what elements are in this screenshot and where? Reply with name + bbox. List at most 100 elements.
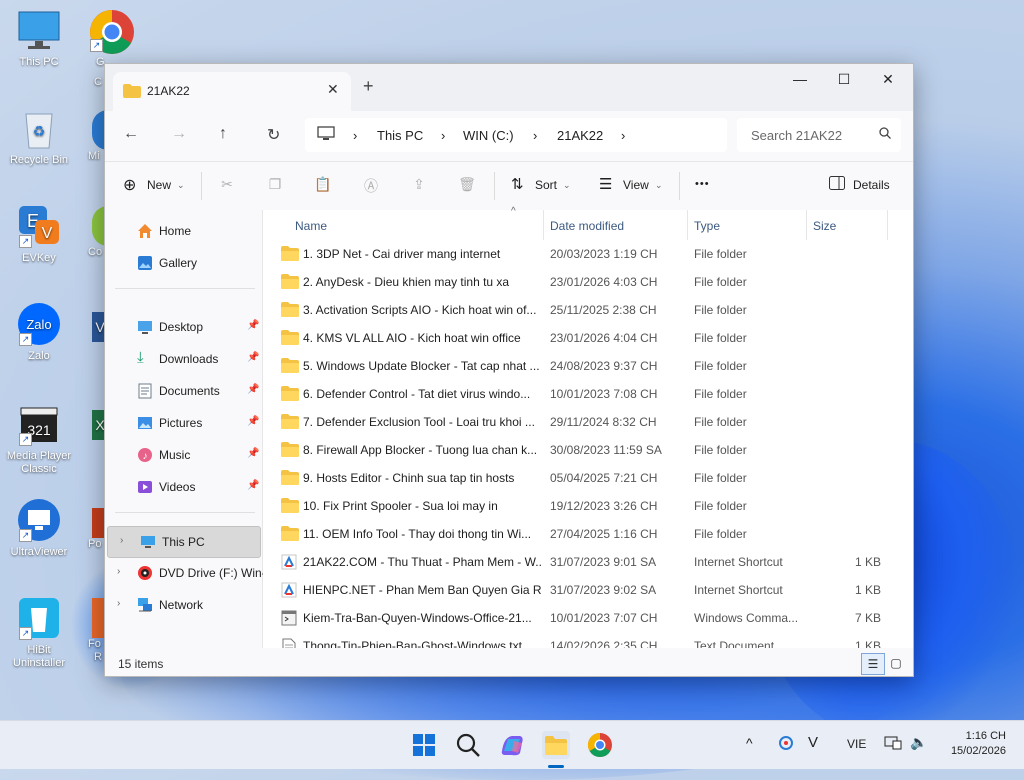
more-options-button[interactable]: ••• [695,178,710,190]
network-tray-icon[interactable] [884,735,902,754]
sidebar-item-gallery[interactable]: Gallery [105,248,262,278]
rename-icon[interactable]: Ⓐ [362,176,380,194]
file-type: File folder [694,387,747,401]
table-row[interactable]: 5. Windows Update Blocker - Tat cap nhat… [273,352,873,380]
sidebar-item-music[interactable]: ♪ Music 📌 [105,440,262,470]
view-icon[interactable]: ☰ [599,175,612,193]
details-pane-icon[interactable] [829,176,845,193]
tab-close-icon[interactable]: ✕ [327,81,339,98]
desktop-icon-ultraviewer[interactable]: ↗ UltraViewer [2,498,76,559]
table-row[interactable]: 8. Firewall App Blocker - Tuong lua chan… [273,436,873,464]
desktop-icon-zalo[interactable]: Zalo ↗ Zalo [2,302,76,363]
maximize-button[interactable]: ☐ [821,64,867,96]
close-button[interactable]: ✕ [865,64,911,96]
table-row[interactable]: 9. Hosts Editor - Chinh sua tap tin host… [273,464,873,492]
table-row[interactable]: Kiem-Tra-Ban-Quyen-Windows-Office-21... 1… [273,604,881,632]
sidebar-item-network[interactable]: › Network [105,590,262,620]
chevron-right-icon[interactable]: › [353,128,357,143]
pin-icon[interactable]: 📌 [247,480,259,491]
sidebar-item-pictures[interactable]: Pictures 📌 [105,408,262,438]
share-icon[interactable]: ⇪ [410,176,428,194]
search-icon[interactable] [454,731,482,759]
table-row[interactable]: 1. 3DP Net - Cai driver mang internet 20/… [273,240,873,268]
chrome-taskbar-icon[interactable] [586,731,614,759]
column-header-date-modified[interactable]: Date modified [544,210,687,240]
breadcrumb-21ak22[interactable]: 21AK22 [557,128,603,143]
table-row[interactable]: 21AK22.COM - Thu Thuat - Pham Mem - W...… [273,548,881,576]
desktop-icon-recycle-bin[interactable]: ♻ Recycle Bin [2,106,76,167]
pin-icon[interactable]: 📌 [247,352,259,363]
sidebar-item-desktop[interactable]: Desktop 📌 [105,312,262,342]
chevron-right-icon[interactable]: › [120,535,123,546]
details-button[interactable]: Details [853,178,890,192]
desktop-icon-chrome[interactable]: ↗ G [80,8,140,69]
minimize-button[interactable]: — [777,64,823,96]
sort-icon[interactable]: ⇅ [511,175,524,193]
sidebar-item-videos[interactable]: Videos 📌 [105,472,262,502]
table-row[interactable]: 3. Activation Scripts AIO - Kich hoat wi… [273,296,873,324]
desktop-icon-this-pc[interactable]: This PC [2,8,76,69]
chevron-right-icon[interactable]: › [621,128,625,143]
start-windows-icon[interactable] [410,731,438,759]
pin-icon[interactable]: 📌 [247,384,259,395]
copy-icon[interactable]: ❐ [266,176,284,194]
search-input[interactable]: Search 21AK22 [737,118,901,152]
back-arrow-icon[interactable]: ← [123,125,139,143]
plus-circle-icon[interactable]: ⊕ [123,175,136,195]
up-arrow-icon[interactable]: ↑ [219,125,227,143]
address-bar[interactable]: › This PC › WIN (C:) › 21AK22 › [305,118,727,152]
tab-21ak22[interactable]: 21AK22 ✕ [113,72,351,111]
table-row[interactable]: 4. KMS VL ALL AIO - Kich hoat win office… [273,324,873,352]
recycle-bin-icon: ♻ [17,106,61,150]
pin-icon[interactable]: 📌 [247,448,259,459]
copilot-icon[interactable] [498,731,526,759]
breadcrumb-win-c[interactable]: WIN (C:) [463,128,514,143]
chrome-icon: ↗ [88,8,134,54]
evkey-tray-icon[interactable]: V [808,734,818,751]
chevron-right-icon[interactable]: › [117,566,120,577]
new-button[interactable]: New [147,178,171,192]
chevron-up-icon[interactable]: ^ [746,735,753,751]
column-header-size[interactable]: Size [807,210,887,240]
table-row[interactable]: 7. Defender Exclusion Tool - Loai tru kh… [273,408,873,436]
language-indicator[interactable]: VIE [847,737,866,751]
desktop-icon-evkey[interactable]: EV ↗ EVKey [2,204,76,265]
sidebar-item-home[interactable]: Home [105,216,262,246]
sidebar-item-downloads[interactable]: ⤓ Downloads 📌 [105,344,262,374]
chevron-right-icon[interactable]: › [441,128,445,143]
sidebar-item-this-pc[interactable]: › This PC [107,526,261,558]
breadcrumb-this-pc[interactable]: This PC [377,128,423,143]
sort-button[interactable]: Sort [535,178,557,192]
address-bar-row: ← → ↑ ↻ › This PC › WIN (C:) › 21AK22 › … [105,111,913,162]
details-view-icon[interactable]: ☰ [861,653,885,675]
delete-icon[interactable]: 🗑 [458,176,476,194]
pin-icon[interactable]: 📌 [247,416,259,427]
desktop-icon-media-player-classic[interactable]: 321 ↗ Media Player Classic [2,402,76,476]
tiles-view-icon[interactable]: ▢ [885,653,907,673]
desktop-icon-label: UltraViewer [10,546,68,558]
file-explorer-taskbar-icon[interactable] [542,731,570,759]
volume-icon[interactable]: 🔈 [910,734,927,751]
new-tab-button[interactable]: + [363,76,374,97]
desktop-icon-hibit-uninstaller[interactable]: ↗ HiBit Uninstaller [2,596,76,670]
cut-icon[interactable]: ✂ [218,176,236,194]
table-row[interactable]: HIENPC.NET - Phan Mem Ban Quyen Gia Re 31… [273,576,881,604]
sidebar-item-documents[interactable]: Documents 📌 [105,376,262,406]
pin-icon[interactable]: 📌 [247,320,259,331]
table-row[interactable]: 10. Fix Print Spooler - Sua loi may in 19… [273,492,873,520]
table-row[interactable]: 11. OEM Info Tool - Thay doi thong tin W… [273,520,873,548]
chevron-right-icon[interactable]: › [117,598,120,609]
refresh-icon[interactable]: ↻ [267,125,280,145]
table-row[interactable]: 6. Defender Control - Tat diet virus win… [273,380,873,408]
tray-app-icon[interactable] [778,735,794,754]
chevron-right-icon[interactable]: › [533,128,537,143]
clock[interactable]: 1:16 CH 15/02/2026 [951,729,1006,759]
sidebar-item-dvd-drive[interactable]: › DVD Drive (F:) Win- [105,558,266,588]
column-header-type[interactable]: Type [688,210,806,240]
paste-icon[interactable]: 📋 [314,176,332,194]
table-row[interactable]: 2. AnyDesk - Dieu khien may tinh tu xa 23… [273,268,873,296]
column-header-name[interactable]: Name [263,210,543,240]
column-divider[interactable] [887,210,888,240]
view-button[interactable]: View [623,178,649,192]
forward-arrow-icon[interactable]: → [171,125,187,143]
